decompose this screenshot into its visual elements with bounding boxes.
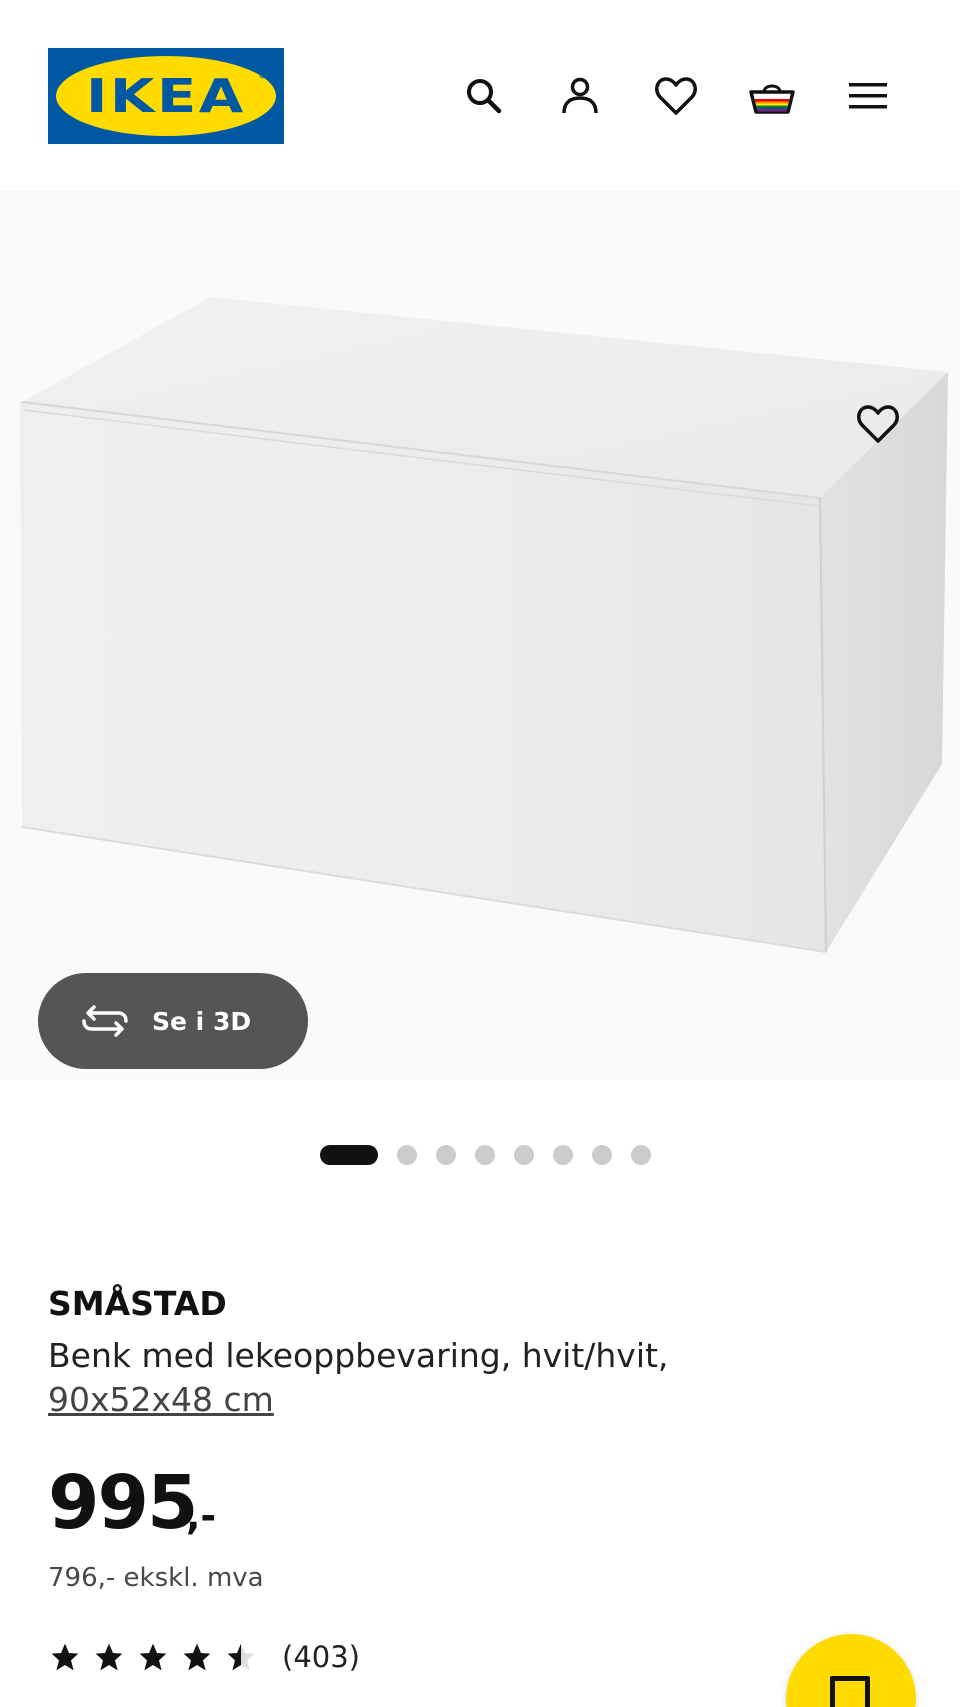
site-header: IKEA ® [0,0,960,190]
carousel-dot[interactable] [514,1145,534,1165]
price-suffix: ,- [186,1494,217,1538]
add-to-list-floating-button[interactable] [786,1634,916,1707]
star-icon [183,1643,211,1671]
product-rating[interactable]: (403) [48,1640,360,1674]
logo-oval: IKEA [56,56,276,136]
rotate-3d-icon [82,1005,128,1037]
carousel-dot-active[interactable] [320,1145,378,1165]
carousel-dot[interactable] [553,1145,573,1165]
product-description: Benk med lekeoppbevaring, hvit/hvit, [48,1336,669,1375]
account-icon[interactable] [556,72,604,120]
ikea-logo[interactable]: IKEA ® [48,48,284,144]
price-excluding-vat: 796,- ekskl. mva [48,1563,264,1593]
product-favourite-heart-icon[interactable] [852,398,904,450]
carousel-dot[interactable] [397,1145,417,1165]
image-carousel-dots [320,1145,651,1165]
product-image [20,297,948,953]
half-star-icon [227,1643,255,1671]
rating-stars [48,1641,258,1673]
product-name: SMÅSTAD [48,1284,227,1323]
header-nav-icons [460,72,892,120]
star-icon [95,1643,123,1671]
view-in-3d-button[interactable]: Se i 3D [38,973,308,1069]
carousel-dot[interactable] [475,1145,495,1165]
rating-count: (403) [282,1640,360,1674]
carousel-dot[interactable] [436,1145,456,1165]
star-icon [51,1643,79,1671]
logo-text: IKEA [86,69,246,123]
heart-icon[interactable] [652,72,700,120]
menu-icon[interactable] [844,72,892,120]
carousel-dot[interactable] [631,1145,651,1165]
star-icon [139,1643,167,1671]
search-icon[interactable] [460,72,508,120]
cart-icon[interactable] [748,72,796,120]
logo-registered-mark: ® [258,70,268,81]
carousel-dot[interactable] [592,1145,612,1165]
product-dimensions-link[interactable]: 90x52x48 cm [48,1380,274,1419]
bag-icon [830,1676,870,1707]
view-in-3d-label: Se i 3D [152,1006,252,1036]
product-image-gallery[interactable] [0,190,960,1080]
product-price: 995 [48,1460,198,1546]
